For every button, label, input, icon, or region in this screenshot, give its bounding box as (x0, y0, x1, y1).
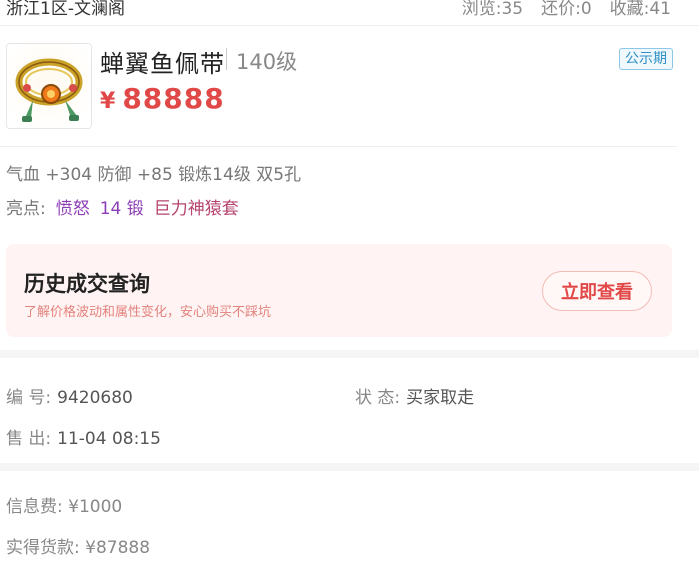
item-name: 蝉翼鱼佩带 (100, 50, 225, 78)
divider (0, 25, 699, 26)
item-level: 140级 (236, 50, 298, 74)
history-subtitle: 了解价格波动和属性变化，安心购买不踩坑 (24, 305, 272, 320)
sold-time-row: 售 出: 11-04 08:15 (6, 424, 161, 449)
views-count: 浏览:35 (461, 0, 524, 19)
name-separator (226, 48, 227, 70)
highlight-tag: 14 锻 (99, 199, 144, 219)
info-fee: 信息费: ¥1000 (6, 497, 123, 517)
net-amount: 实得货款: ¥87888 (6, 538, 151, 558)
item-attributes: 气血 +304 防御 +85 锻炼14级 双5孔 (6, 165, 302, 185)
history-query-card[interactable]: 历史成交查询 了解价格波动和属性变化，安心购买不踩坑 立即查看 (6, 244, 672, 337)
order-status-value: 买家取走 (406, 388, 475, 408)
section-gap (0, 350, 699, 358)
status-badge: 公示期 (619, 48, 673, 70)
view-history-button[interactable]: 立即查看 (542, 271, 652, 311)
item-price: ¥88888 (100, 82, 225, 115)
item-highlights: 亮点: 愤怒 14 锻 巨力神猿套 (6, 194, 239, 219)
order-id-row: 编 号: 9420680 (6, 383, 133, 408)
divider (0, 146, 677, 147)
order-status-row: 状 态: 买家取走 (355, 383, 474, 408)
section-gap (0, 463, 699, 471)
trade-detail-page: 浙江1区-文澜阁 浏览:35 还价:0 收藏:41 蝉翼鱼佩带 140级 ¥ 8… (0, 0, 699, 570)
favorites-count: 收藏:41 (609, 0, 671, 19)
order-status-label: 状 态: (355, 388, 401, 408)
highlight-tag: 愤怒 (55, 199, 90, 219)
history-title: 历史成交查询 (24, 272, 150, 296)
server-name: 浙江1区-文澜阁 (6, 0, 125, 19)
top-bar: 浙江1区-文澜阁 浏览:35 还价:0 收藏:41 (0, 0, 699, 21)
highlights-label: 亮点: (6, 199, 46, 219)
price-value: 88888 (122, 82, 225, 115)
highlight-tag: 巨力神猿套 (153, 199, 239, 219)
item-thumbnail[interactable] (6, 43, 92, 129)
sold-time-label: 售 出: (6, 429, 52, 449)
counter-offer-count: 还价:0 (541, 0, 592, 19)
currency-symbol: ¥ (100, 89, 117, 114)
order-id-label: 编 号: (6, 388, 52, 408)
sold-time-value: 11-04 08:15 (57, 429, 161, 449)
ornate-belt-icon (7, 44, 91, 128)
item-stats: 浏览:35 还价:0 收藏:41 (462, 0, 671, 19)
order-id-value: 9420680 (57, 388, 133, 408)
